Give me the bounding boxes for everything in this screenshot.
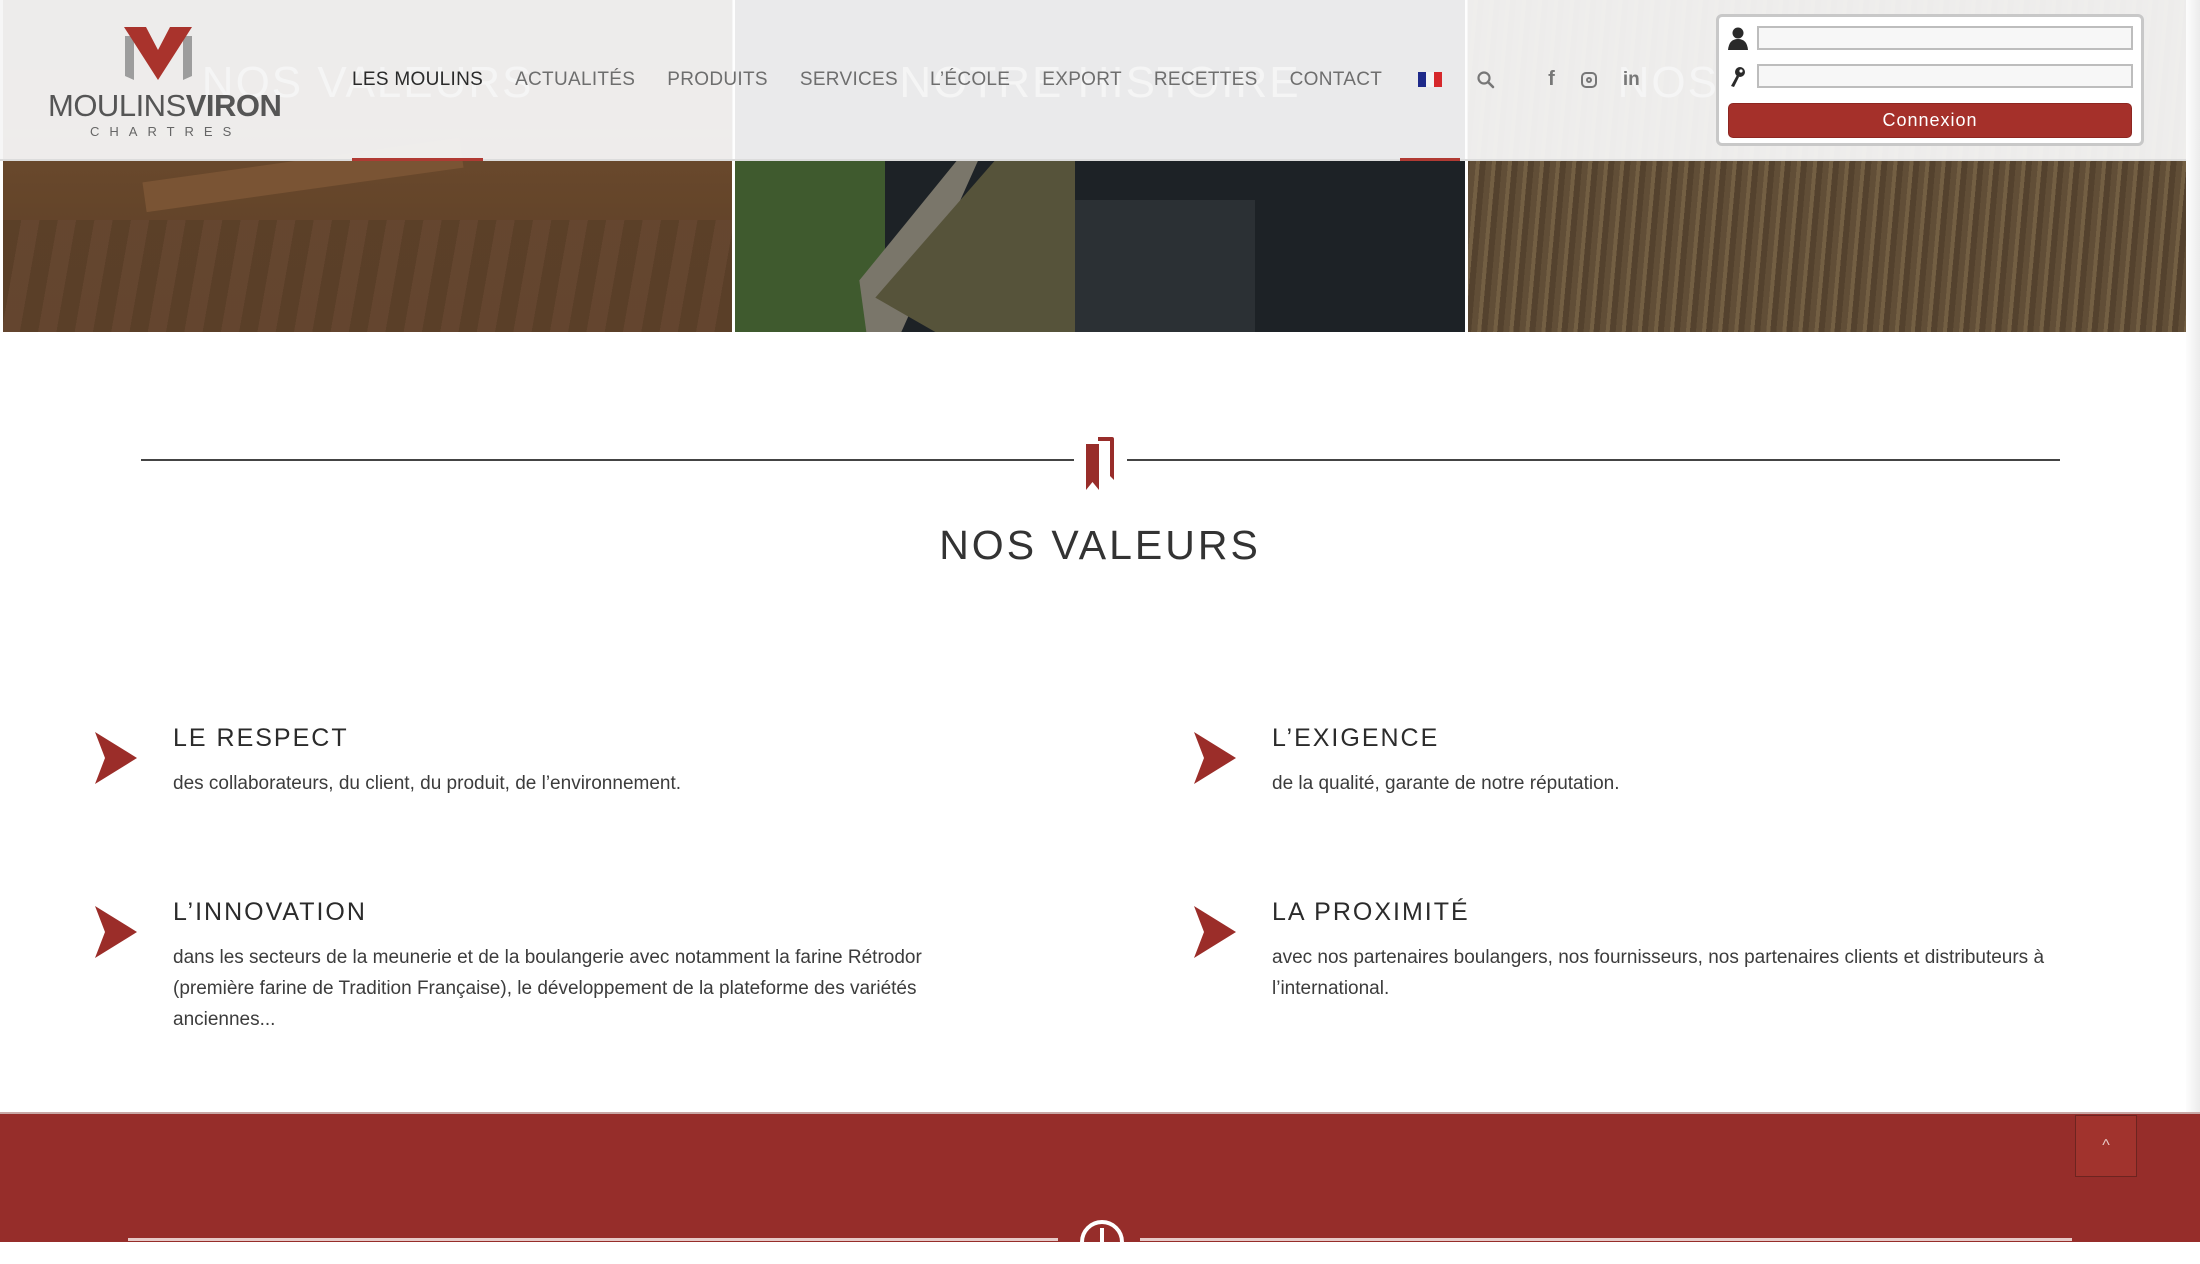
section-divider-right — [1127, 459, 2060, 461]
social-links: f in — [1548, 68, 1640, 91]
nav-produits[interactable]: PRODUITS — [667, 0, 768, 159]
main-nav: LES MOULINS ACTUALITÉS PRODUITS SERVICES… — [352, 0, 1640, 161]
nav-export[interactable]: EXPORT — [1042, 0, 1122, 159]
password-row — [1727, 64, 2133, 88]
value-text: des collaborateurs, du client, du produi… — [173, 773, 682, 794]
footer-section-icon — [1080, 1220, 1124, 1264]
footer-band — [0, 1112, 2200, 1264]
password-input[interactable] — [1757, 64, 2133, 88]
nav-ecole[interactable]: L’ÉCOLE — [930, 0, 1010, 159]
value-text: de la qualité, garante de notre réputati… — [1272, 773, 1620, 794]
key-icon — [1731, 67, 1745, 87]
language-switcher[interactable] — [1400, 0, 1461, 161]
page-scrollbar[interactable] — [2186, 0, 2200, 1112]
value-title: L’EXIGENCE — [1272, 724, 1440, 752]
login-form: Connexion — [1716, 14, 2144, 146]
site-logo[interactable]: MOULINSVIRON CHARTRES — [48, 26, 282, 139]
section-title: NOS VALEURS — [939, 522, 1261, 568]
value-title: LA PROXIMITÉ — [1272, 898, 1470, 926]
chevron-right-icon — [1194, 906, 1236, 958]
value-text: avec nos partenaires boulangers, nos fou… — [1272, 947, 2045, 999]
photo-roof — [1075, 200, 1256, 332]
logo-wordmark: MOULINSVIRON — [48, 88, 282, 123]
nav-les-moulins[interactable]: LES MOULINS — [352, 0, 484, 161]
facebook-icon[interactable]: f — [1548, 68, 1555, 91]
fr-flag-icon — [1418, 72, 1443, 87]
nav-recettes[interactable]: RECETTES — [1154, 0, 1258, 159]
photo-trees — [735, 160, 886, 332]
value-title: L’INNOVATION — [173, 898, 367, 926]
chevron-right-icon — [95, 906, 137, 958]
username-row — [1727, 26, 2133, 50]
linkedin-icon[interactable]: in — [1623, 69, 1640, 91]
nav-contact[interactable]: CONTACT — [1290, 0, 1383, 159]
logo-m-icon — [124, 27, 192, 80]
chevron-right-icon — [1194, 732, 1236, 784]
instagram-icon[interactable] — [1580, 71, 1597, 88]
value-title: LE RESPECT — [173, 724, 349, 752]
login-button[interactable]: Connexion — [1728, 103, 2132, 138]
bookmark-icon — [1086, 437, 1114, 490]
user-icon — [1728, 27, 1748, 50]
username-input[interactable] — [1757, 26, 2133, 50]
nav-services[interactable]: SERVICES — [800, 0, 898, 159]
search-icon[interactable] — [1476, 70, 1496, 90]
logo-subtitle: CHARTRES — [90, 124, 242, 139]
section-divider-left — [141, 459, 1074, 461]
scroll-to-top-button[interactable]: ^ — [2075, 1115, 2137, 1177]
chevron-right-icon — [95, 732, 137, 784]
value-text: dans les secteurs de la meunerie et de l… — [173, 947, 922, 1030]
nav-actualites[interactable]: ACTUALITÉS — [515, 0, 635, 159]
